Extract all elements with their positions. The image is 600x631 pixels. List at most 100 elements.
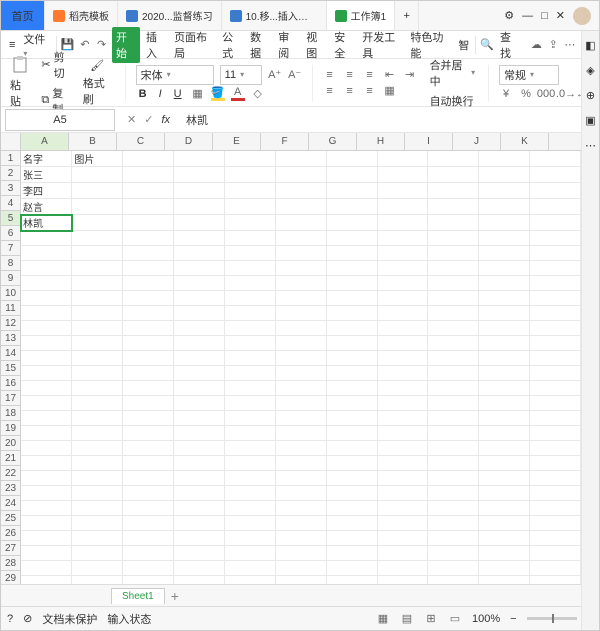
view-normal-icon[interactable]: ▦: [376, 612, 390, 626]
cell[interactable]: [72, 306, 123, 321]
cell[interactable]: [224, 215, 275, 231]
zoom-slider[interactable]: [527, 617, 577, 620]
cell[interactable]: [275, 381, 326, 396]
cell[interactable]: [479, 215, 530, 231]
cell[interactable]: [275, 321, 326, 336]
cell[interactable]: [326, 246, 377, 261]
zoom-out-button[interactable]: −: [510, 613, 516, 625]
cell[interactable]: [21, 531, 72, 546]
cell[interactable]: [123, 366, 174, 381]
cell[interactable]: [377, 167, 428, 183]
column-header[interactable]: G: [309, 133, 357, 150]
cell[interactable]: [123, 276, 174, 291]
cell[interactable]: [123, 336, 174, 351]
cell[interactable]: [123, 199, 174, 215]
cell[interactable]: [174, 261, 225, 276]
cell[interactable]: [479, 381, 530, 396]
cell[interactable]: [377, 546, 428, 561]
ribbon-tab-start[interactable]: 开始: [112, 27, 140, 63]
cell[interactable]: [21, 411, 72, 426]
border-icon[interactable]: ▦: [191, 87, 205, 101]
rail-icon[interactable]: ◈: [586, 64, 594, 77]
cell[interactable]: [224, 167, 275, 183]
cell[interactable]: [123, 183, 174, 199]
rail-icon[interactable]: ▣: [585, 114, 595, 127]
cell[interactable]: [428, 167, 479, 183]
cell[interactable]: [275, 246, 326, 261]
cell[interactable]: [326, 501, 377, 516]
more-icon[interactable]: ⋯: [564, 38, 577, 52]
cell[interactable]: [72, 321, 123, 336]
cell[interactable]: [479, 321, 530, 336]
cell[interactable]: [530, 261, 581, 276]
cell[interactable]: [428, 426, 479, 441]
increase-font-icon[interactable]: A⁺: [268, 68, 282, 82]
align-middle-icon[interactable]: ≡: [343, 68, 357, 82]
cell[interactable]: [72, 531, 123, 546]
settings-icon[interactable]: ⚙: [504, 9, 514, 22]
cell[interactable]: [377, 441, 428, 456]
reading-mode-icon[interactable]: ▭: [448, 612, 462, 626]
cell[interactable]: [275, 231, 326, 246]
cell[interactable]: [21, 486, 72, 501]
ribbon-tab-dev[interactable]: 开发工具: [360, 29, 404, 61]
cell[interactable]: [530, 183, 581, 199]
confirm-icon[interactable]: ✓: [144, 113, 153, 126]
cell[interactable]: [123, 441, 174, 456]
cell[interactable]: [326, 291, 377, 306]
cell[interactable]: [326, 546, 377, 561]
cell[interactable]: [174, 231, 225, 246]
cell[interactable]: [224, 531, 275, 546]
row-header[interactable]: 16: [1, 376, 20, 391]
cell[interactable]: [479, 441, 530, 456]
cell[interactable]: [479, 561, 530, 576]
cell[interactable]: [174, 276, 225, 291]
cell[interactable]: [428, 546, 479, 561]
cell[interactable]: [224, 546, 275, 561]
row-header[interactable]: 1: [1, 151, 20, 166]
cell[interactable]: [479, 396, 530, 411]
cell[interactable]: [326, 151, 377, 167]
cell[interactable]: [275, 336, 326, 351]
cell[interactable]: [428, 381, 479, 396]
align-top-icon[interactable]: ≡: [323, 68, 337, 82]
name-box[interactable]: A5: [5, 109, 115, 131]
cell[interactable]: [428, 396, 479, 411]
cell[interactable]: [21, 471, 72, 486]
currency-icon[interactable]: ¥: [499, 87, 513, 101]
cell[interactable]: [224, 366, 275, 381]
formula-input[interactable]: 林凯: [178, 112, 208, 128]
cell[interactable]: [174, 546, 225, 561]
cell[interactable]: [123, 381, 174, 396]
cell[interactable]: [275, 396, 326, 411]
row-header[interactable]: 5: [1, 211, 20, 226]
row-header[interactable]: 11: [1, 301, 20, 316]
row-header[interactable]: 3: [1, 181, 20, 196]
cell[interactable]: [174, 471, 225, 486]
cell[interactable]: [326, 336, 377, 351]
cell[interactable]: 林凯: [21, 215, 72, 231]
cell[interactable]: 李四: [21, 183, 72, 199]
cell[interactable]: [21, 381, 72, 396]
cell[interactable]: [530, 516, 581, 531]
cell[interactable]: [21, 336, 72, 351]
fx-icon[interactable]: fx: [161, 114, 170, 126]
cell[interactable]: [72, 351, 123, 366]
column-header[interactable]: D: [165, 133, 213, 150]
cell[interactable]: [72, 516, 123, 531]
cell[interactable]: [428, 261, 479, 276]
maximize-button[interactable]: □: [541, 10, 548, 22]
cell[interactable]: [72, 231, 123, 246]
cell[interactable]: [479, 276, 530, 291]
cell[interactable]: [21, 276, 72, 291]
cell[interactable]: [72, 381, 123, 396]
view-page-icon[interactable]: ▤: [400, 612, 414, 626]
cell[interactable]: [21, 396, 72, 411]
cell[interactable]: [275, 546, 326, 561]
row-header[interactable]: 4: [1, 196, 20, 211]
cell[interactable]: [123, 151, 174, 167]
row-header[interactable]: 20: [1, 436, 20, 451]
cell[interactable]: [377, 456, 428, 471]
row-header[interactable]: 7: [1, 241, 20, 256]
row-header[interactable]: 28: [1, 556, 20, 571]
